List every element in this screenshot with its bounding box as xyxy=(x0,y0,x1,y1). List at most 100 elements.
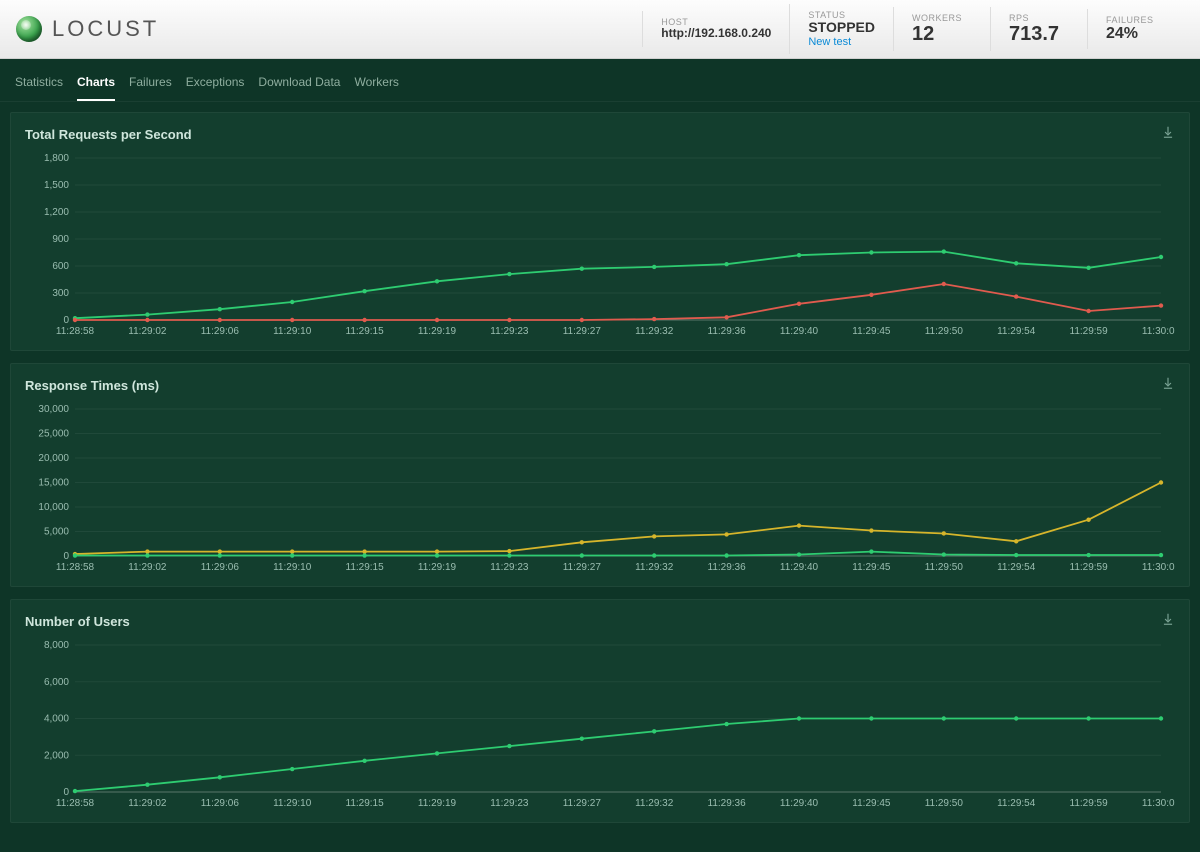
svg-text:11:30:03: 11:30:03 xyxy=(1142,798,1175,809)
tab-failures[interactable]: Failures xyxy=(129,69,172,101)
panel-title-rps: Total Requests per Second xyxy=(25,127,1175,142)
svg-text:11:29:32: 11:29:32 xyxy=(635,798,674,809)
svg-text:11:29:06: 11:29:06 xyxy=(201,562,240,573)
svg-text:11:28:58: 11:28:58 xyxy=(56,562,95,573)
svg-text:0: 0 xyxy=(63,787,69,798)
svg-text:11:29:40: 11:29:40 xyxy=(780,562,819,573)
svg-text:30,000: 30,000 xyxy=(38,404,69,415)
workers-block: WORKERS 12 xyxy=(893,7,990,51)
rps-block: RPS 713.7 xyxy=(990,7,1087,51)
svg-text:15,000: 15,000 xyxy=(38,478,69,489)
svg-text:1,800: 1,800 xyxy=(44,153,69,164)
tabs-bar: Statistics Charts Failures Exceptions Downlo… xyxy=(0,59,1200,102)
panel-users: Number of Users 0 2,000 4,000 6,000 8,000 11:… xyxy=(10,599,1190,823)
svg-text:20,000: 20,000 xyxy=(38,453,69,464)
svg-text:11:29:27: 11:29:27 xyxy=(563,326,602,337)
new-test-link[interactable]: New test xyxy=(808,36,875,48)
svg-text:11:29:36: 11:29:36 xyxy=(708,798,747,809)
svg-text:11:29:36: 11:29:36 xyxy=(708,326,747,337)
svg-text:4,000: 4,000 xyxy=(44,714,69,725)
tab-charts[interactable]: Charts xyxy=(77,69,115,101)
svg-text:11:29:10: 11:29:10 xyxy=(273,562,312,573)
svg-text:11:29:06: 11:29:06 xyxy=(201,798,240,809)
topbar: LOCUST HOST http://192.168.0.240 STATUS … xyxy=(0,0,1200,59)
svg-text:11:29:27: 11:29:27 xyxy=(563,798,602,809)
failures-value: 24% xyxy=(1106,25,1166,43)
svg-text:11:29:32: 11:29:32 xyxy=(635,326,674,337)
svg-text:11:29:02: 11:29:02 xyxy=(128,798,167,809)
svg-text:11:29:59: 11:29:59 xyxy=(1070,798,1109,809)
svg-text:11:29:02: 11:29:02 xyxy=(128,562,167,573)
panel-rps: Total Requests per Second 03006009001,20… xyxy=(10,112,1190,351)
svg-text:11:29:54: 11:29:54 xyxy=(997,326,1036,337)
chart-rps[interactable]: 03006009001,2001,5001,80011:28:5811:29:0… xyxy=(25,152,1175,342)
svg-text:25,000: 25,000 xyxy=(38,429,69,440)
rps-label: RPS xyxy=(1009,13,1069,23)
failures-label: FAILURES xyxy=(1106,15,1166,25)
tab-exceptions[interactable]: Exceptions xyxy=(186,69,245,101)
svg-text:11:29:19: 11:29:19 xyxy=(418,562,457,573)
svg-text:0: 0 xyxy=(63,551,69,562)
host-block: HOST http://192.168.0.240 xyxy=(642,11,789,46)
svg-text:600: 600 xyxy=(52,261,69,272)
svg-text:11:29:45: 11:29:45 xyxy=(852,798,891,809)
download-icon[interactable] xyxy=(1161,612,1175,629)
svg-text:10,000: 10,000 xyxy=(38,502,69,513)
svg-text:11:29:45: 11:29:45 xyxy=(852,326,891,337)
svg-text:11:28:58: 11:28:58 xyxy=(56,326,95,337)
svg-text:11:29:23: 11:29:23 xyxy=(490,326,529,337)
content: Total Requests per Second 0 300 600 900 1,20… xyxy=(0,102,1200,833)
svg-text:11:29:45: 11:29:45 xyxy=(852,562,891,573)
svg-text:11:30:03: 11:30:03 xyxy=(1142,326,1175,337)
svg-text:11:28:58: 11:28:58 xyxy=(56,798,95,809)
rps-value: 713.7 xyxy=(1009,23,1069,45)
svg-text:2,000: 2,000 xyxy=(44,750,69,761)
svg-text:8,000: 8,000 xyxy=(44,640,69,651)
panel-title-users: Number of Users xyxy=(25,614,1175,629)
svg-text:11:29:15: 11:29:15 xyxy=(346,326,385,337)
chart-response-times[interactable]: 0 5,000 10,000 15,000 20,000 25,000 30,000 11:2… xyxy=(25,403,1175,578)
svg-text:11:29:15: 11:29:15 xyxy=(346,798,385,809)
locust-orb-icon xyxy=(16,16,42,42)
svg-text:11:29:50: 11:29:50 xyxy=(925,326,964,337)
svg-text:1,200: 1,200 xyxy=(44,207,69,218)
tab-workers[interactable]: Workers xyxy=(354,69,398,101)
svg-text:11:29:27: 11:29:27 xyxy=(563,562,602,573)
tab-statistics[interactable]: Statistics xyxy=(15,69,63,101)
svg-text:11:29:23: 11:29:23 xyxy=(490,562,529,573)
failures-block: FAILURES 24% xyxy=(1087,9,1184,49)
panel-response-times: Response Times (ms) 05,00010,00015,00020… xyxy=(10,363,1190,587)
svg-text:11:29:40: 11:29:40 xyxy=(780,326,819,337)
svg-text:6,000: 6,000 xyxy=(44,677,69,688)
svg-text:11:29:59: 11:29:59 xyxy=(1070,562,1109,573)
svg-text:11:29:54: 11:29:54 xyxy=(997,798,1036,809)
svg-text:11:29:59: 11:29:59 xyxy=(1070,326,1109,337)
svg-text:11:29:15: 11:29:15 xyxy=(346,562,385,573)
workers-value: 12 xyxy=(912,23,972,45)
svg-text:900: 900 xyxy=(52,234,69,245)
svg-text:11:29:54: 11:29:54 xyxy=(997,562,1036,573)
workers-label: WORKERS xyxy=(912,13,972,23)
svg-text:11:29:36: 11:29:36 xyxy=(708,562,747,573)
svg-text:11:29:10: 11:29:10 xyxy=(273,798,312,809)
svg-text:11:29:50: 11:29:50 xyxy=(925,798,964,809)
status-block: STATUS STOPPED New test xyxy=(789,4,893,53)
chart-users[interactable]: 0 2,000 4,000 6,000 8,000 11:28:58 11:29:02 11:… xyxy=(25,639,1175,814)
host-value: http://192.168.0.240 xyxy=(661,27,771,40)
svg-text:11:29:02: 11:29:02 xyxy=(128,326,167,337)
status-value: STOPPED xyxy=(808,20,875,35)
svg-text:1,500: 1,500 xyxy=(44,180,69,191)
svg-text:300: 300 xyxy=(52,288,69,299)
svg-text:11:29:23: 11:29:23 xyxy=(490,798,529,809)
svg-text:11:29:10: 11:29:10 xyxy=(273,326,312,337)
svg-text:5,000: 5,000 xyxy=(44,527,69,538)
download-icon[interactable] xyxy=(1161,125,1175,142)
app-logo: LOCUST xyxy=(16,16,159,42)
svg-text:11:29:40: 11:29:40 xyxy=(780,798,819,809)
download-icon[interactable] xyxy=(1161,376,1175,393)
svg-text:11:29:19: 11:29:19 xyxy=(418,798,457,809)
svg-text:11:30:03: 11:30:03 xyxy=(1142,562,1175,573)
app-name: LOCUST xyxy=(52,16,159,42)
svg-text:11:29:19: 11:29:19 xyxy=(418,326,457,337)
tab-download-data[interactable]: Download Data xyxy=(258,69,340,101)
